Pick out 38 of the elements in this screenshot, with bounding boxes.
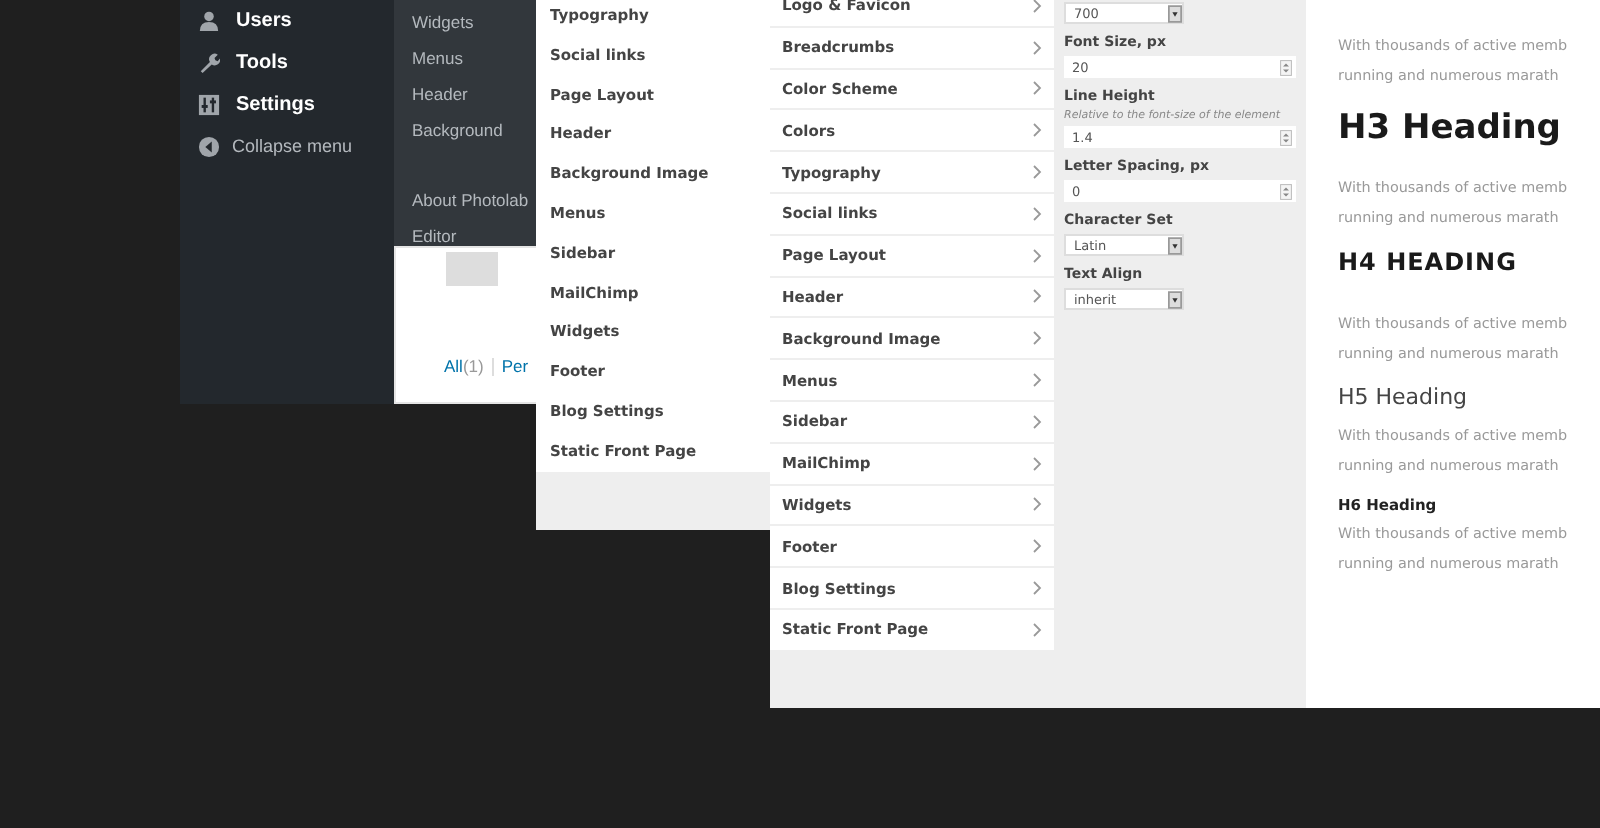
collapse-menu-button[interactable]: Collapse menu [180, 124, 353, 168]
submenu-item[interactable]: Background [394, 112, 536, 148]
avatar-placeholder [446, 252, 498, 286]
chevron-right-icon [1032, 122, 1042, 139]
submenu-item[interactable]: About Photolab [394, 182, 536, 218]
comment-filter-link[interactable]: Per [501, 356, 529, 376]
heading-text: H3 Heading [1338, 108, 1563, 148]
wrench-icon [198, 51, 220, 73]
chevron-right-icon [1032, 538, 1042, 555]
chevron-right-icon [1032, 247, 1042, 264]
submenu-item[interactable]: Header [394, 76, 536, 112]
submenu-item[interactable]: Widgets [394, 4, 536, 40]
spinner-icon [1280, 59, 1292, 75]
admin-menu-item[interactable]: Users [180, 0, 292, 42]
chevron-right-icon [1032, 164, 1042, 181]
chevron-right-icon [1032, 621, 1042, 638]
spinner-icon [1280, 129, 1292, 145]
chevron-right-icon [1032, 288, 1042, 305]
user-icon [198, 9, 220, 31]
chevron-right-icon [1032, 39, 1042, 56]
chevron-right-icon [1032, 330, 1042, 347]
sliders-icon [198, 93, 220, 115]
heading-text: H5 Heading [1338, 384, 1470, 410]
chevron-right-icon [1032, 205, 1042, 222]
chevron-right-icon [1032, 455, 1042, 472]
admin-menu-item[interactable]: Tools [180, 40, 288, 84]
chevron-right-icon [1032, 0, 1042, 14]
submenu-item[interactable]: Editor [394, 218, 536, 254]
chevron-right-icon [1032, 372, 1042, 389]
comment-filter-link[interactable]: All(1) [444, 356, 484, 376]
chevron-right-icon [1032, 80, 1042, 97]
admin-menu-item[interactable]: Settings [180, 82, 315, 126]
submenu-item[interactable]: Menus [394, 40, 536, 76]
spinner-icon [1280, 183, 1292, 199]
chevron-right-icon [1032, 496, 1042, 513]
heading-text: H4 HEADING [1338, 248, 1519, 276]
chevron-right-icon [1032, 413, 1042, 430]
chevron-right-icon [1032, 580, 1042, 597]
